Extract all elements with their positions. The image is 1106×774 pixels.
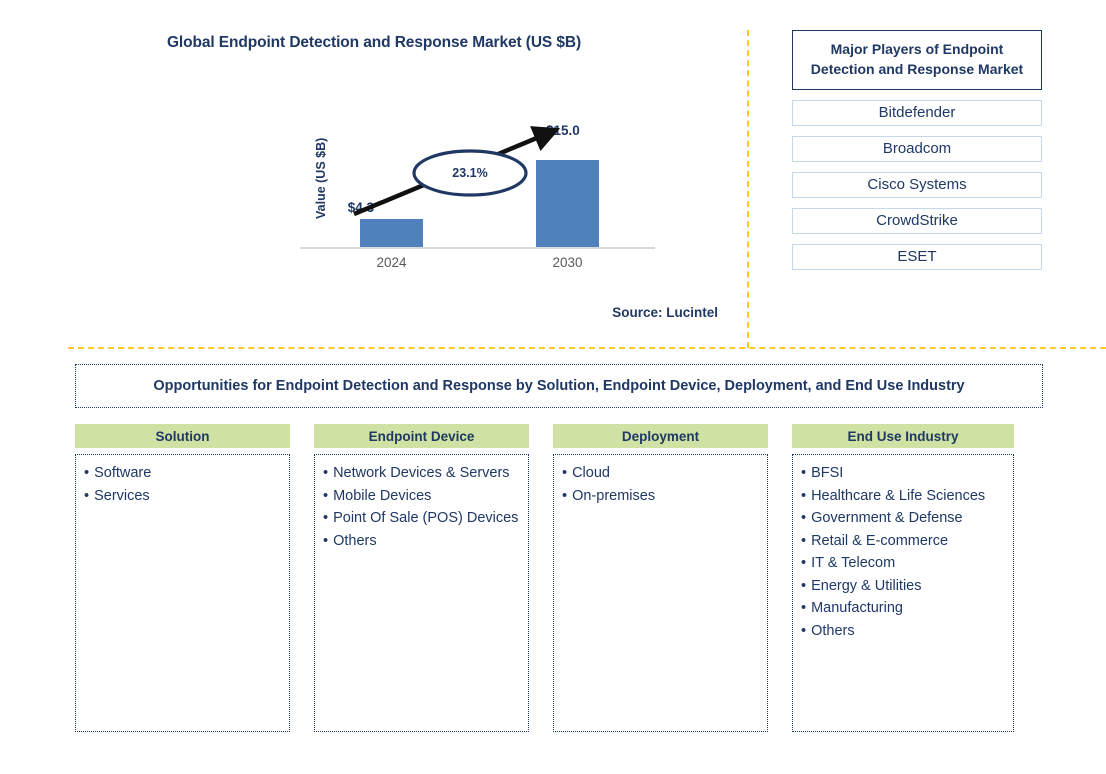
segment-body-end-use-industry: • BFSI • Healthcare & Life Sciences • Go…: [792, 454, 1014, 732]
bullet-icon: •: [801, 577, 807, 594]
bullet-icon: •: [84, 465, 90, 481]
major-players-panel: Major Players of Endpoint Detection and …: [792, 30, 1042, 270]
major-players-header: Major Players of Endpoint Detection and …: [792, 30, 1042, 90]
player-item-bitdefender[interactable]: Bitdefender: [792, 99, 1042, 126]
infographic-root: Global Endpoint Detection and Response M…: [0, 0, 1106, 774]
segment-item-label: BFSI: [811, 465, 844, 481]
player-label: Broadcom: [882, 140, 952, 158]
bar-2024: [360, 219, 423, 247]
list-item: • Manufacturing: [801, 598, 1007, 619]
segment-item-label: Retail & E-commerce: [811, 532, 949, 549]
source-note: Source: Lucintel: [612, 305, 718, 320]
bullet-icon: •: [562, 465, 568, 481]
cagr-value-label: 23.1%: [452, 166, 488, 180]
list-item: • Others: [801, 621, 1007, 642]
market-chart-panel: Global Endpoint Detection and Response M…: [0, 0, 748, 348]
list-item: • IT & Telecom: [801, 553, 1007, 574]
bullet-icon: •: [801, 555, 807, 572]
segment-item-label: Services: [94, 487, 150, 504]
opportunities-banner: Opportunities for Endpoint Detection and…: [75, 364, 1043, 408]
list-item: • Network Devices & Servers: [323, 463, 522, 484]
segment-item-label: Government & Defense: [811, 510, 963, 527]
x-tick-2030: 2030: [552, 255, 583, 270]
segment-item-label: Others: [333, 532, 377, 549]
list-item: • BFSI: [801, 463, 1007, 484]
segment-item-label: Network Devices & Servers: [333, 465, 510, 481]
list-item: • Point Of Sale (POS) Devices: [323, 508, 522, 529]
player-label: CrowdStrike: [876, 212, 958, 230]
x-axis-line: [300, 247, 655, 249]
list-item: • Others: [323, 531, 522, 552]
segment-body-deployment: • Cloud • On-premises: [553, 454, 768, 732]
list-item: • Services: [84, 486, 283, 507]
segment-item-label: Manufacturing: [811, 600, 903, 617]
segment-column-endpoint-device: Endpoint Device • Network Devices & Serv…: [314, 424, 529, 732]
player-label: ESET: [897, 248, 937, 266]
segment-column-solution: Solution • Software • Services: [75, 424, 290, 732]
segment-column-end-use-industry: End Use Industry • BFSI • Healthcare & L…: [792, 424, 1014, 732]
bullet-icon: •: [801, 510, 807, 527]
segment-body-solution: • Software • Services: [75, 454, 290, 732]
bullet-icon: •: [84, 487, 90, 504]
vertical-divider: [747, 30, 749, 348]
player-item-cisco-systems[interactable]: Cisco Systems: [792, 171, 1042, 198]
segment-body-endpoint-device: • Network Devices & Servers • Mobile Dev…: [314, 454, 529, 732]
list-item: • Healthcare & Life Sciences: [801, 486, 1007, 507]
segment-header-end-use-industry: End Use Industry: [792, 424, 1014, 448]
segments-container: Solution • Software • Services Endpoint …: [75, 424, 1015, 736]
player-label: Bitdefender: [878, 104, 956, 122]
bullet-icon: •: [801, 465, 807, 481]
bullet-icon: •: [801, 532, 807, 549]
segment-item-label: Point Of Sale (POS) Devices: [333, 510, 519, 527]
x-tick-2024: 2024: [376, 255, 407, 270]
segment-item-label: Energy & Utilities: [811, 577, 922, 594]
bullet-icon: •: [323, 465, 329, 481]
segment-item-label: Cloud: [572, 465, 610, 481]
bullet-icon: •: [323, 487, 329, 504]
bullet-icon: •: [801, 487, 807, 504]
opportunities-title: Opportunities for Endpoint Detection and…: [153, 378, 965, 394]
player-item-broadcom[interactable]: Broadcom: [792, 135, 1042, 162]
chart-title: Global Endpoint Detection and Response M…: [166, 34, 582, 51]
list-item: • Government & Defense: [801, 508, 1007, 529]
list-item: • Energy & Utilities: [801, 576, 1007, 597]
list-item: • Cloud: [562, 463, 761, 484]
segment-item-label: Mobile Devices: [333, 487, 432, 504]
segment-column-deployment: Deployment • Cloud • On-premises: [553, 424, 768, 732]
segment-header-endpoint-device: Endpoint Device: [314, 424, 529, 448]
player-item-crowdstrike[interactable]: CrowdStrike: [792, 207, 1042, 234]
bullet-icon: •: [562, 487, 568, 504]
segment-item-label: On-premises: [572, 487, 656, 504]
bullet-icon: •: [323, 510, 329, 527]
segment-header-deployment: Deployment: [553, 424, 768, 448]
segment-item-label: Software: [94, 465, 152, 481]
bullet-icon: •: [801, 600, 807, 617]
segment-item-label: Others: [811, 623, 855, 640]
list-item: • On-premises: [562, 486, 761, 507]
segment-item-label: Healthcare & Life Sciences: [811, 487, 986, 504]
list-item: • Mobile Devices: [323, 486, 522, 507]
list-item: • Software: [84, 463, 283, 484]
bullet-icon: •: [323, 532, 329, 549]
player-item-eset[interactable]: ESET: [792, 243, 1042, 270]
segment-item-label: IT & Telecom: [811, 555, 896, 572]
horizontal-divider: [68, 347, 1106, 349]
list-item: • Retail & E-commerce: [801, 531, 1007, 552]
segment-header-solution: Solution: [75, 424, 290, 448]
player-label: Cisco Systems: [867, 176, 967, 194]
bullet-icon: •: [801, 623, 807, 640]
